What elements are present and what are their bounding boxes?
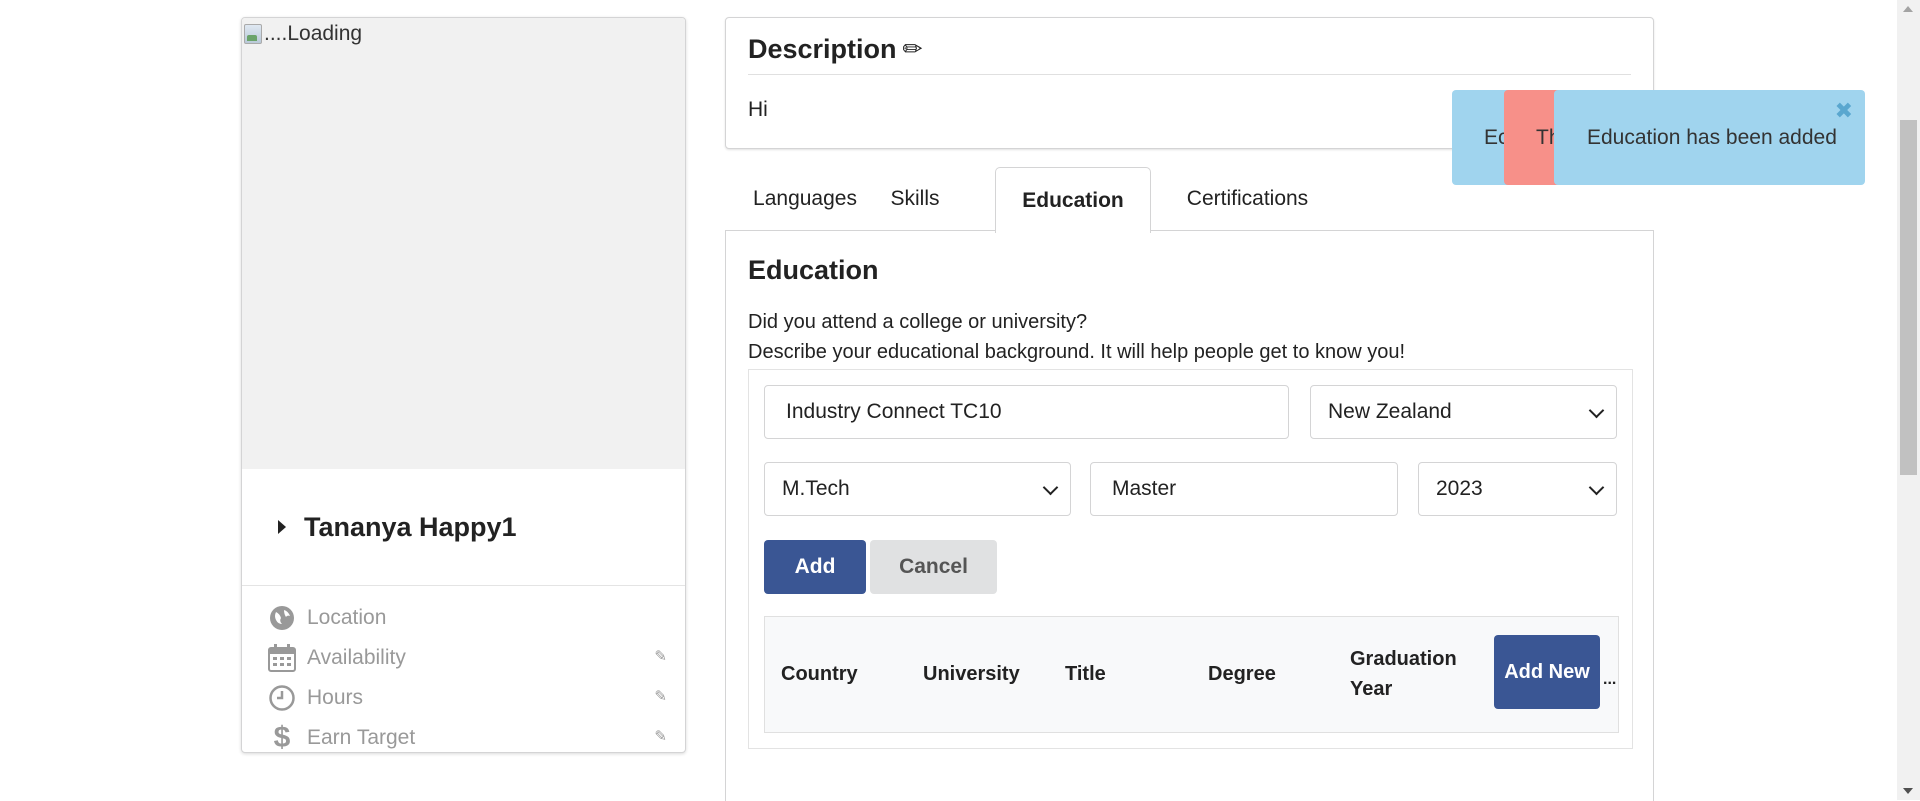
profile-name: Tananya Happy1	[304, 511, 517, 542]
globe-icon	[267, 603, 297, 633]
scrollbar-thumb[interactable]	[1900, 120, 1917, 475]
page-scrollbar[interactable]	[1897, 0, 1920, 800]
graduation-year-select[interactable]: 2023	[1418, 462, 1617, 516]
detail-label: Location	[307, 606, 387, 629]
title-select[interactable]: M.Tech	[764, 462, 1071, 516]
toast-text: Education has been added	[1587, 125, 1837, 149]
detail-location: Location	[267, 598, 667, 638]
description-header: Description ✏	[748, 34, 923, 65]
clock-icon	[267, 683, 297, 713]
broken-image-icon	[244, 24, 262, 44]
detail-label: Hours	[307, 686, 364, 709]
detail-availability: Availability ✎	[267, 638, 667, 678]
chevron-down-icon	[1588, 479, 1605, 496]
photo-placeholder: ....Loading	[244, 22, 362, 46]
photo-alt-text: ....Loading	[264, 22, 363, 45]
tab-languages[interactable]: Languages	[745, 167, 865, 231]
profile-name-row[interactable]: Tananya Happy1	[242, 469, 685, 586]
education-subtext: Describe your educational background. It…	[748, 341, 1406, 363]
edit-availability-icon[interactable]: ✎	[654, 647, 667, 665]
add-button[interactable]: Add	[764, 540, 866, 594]
column-header-degree: Degree	[1208, 663, 1276, 685]
title-select-value: M.Tech	[782, 477, 850, 500]
degree-input[interactable]: Master	[1090, 462, 1398, 516]
country-select-value: New Zealand	[1328, 400, 1452, 423]
scroll-up-arrow-icon[interactable]	[1903, 6, 1913, 12]
edit-earn-target-icon[interactable]: ✎	[654, 727, 667, 745]
column-header-country: Country	[781, 663, 858, 685]
calendar-icon	[267, 643, 297, 673]
add-new-button[interactable]: Add New	[1494, 635, 1600, 709]
column-header-university: University	[923, 663, 1020, 685]
cancel-button[interactable]: Cancel	[870, 540, 997, 594]
tab-certifications[interactable]: Certifications	[1165, 167, 1330, 231]
chevron-down-icon	[1042, 479, 1059, 496]
toast-success[interactable]: Education has been added ✖	[1554, 90, 1865, 185]
tab-skills[interactable]: Skills	[875, 167, 955, 231]
description-title: Description	[748, 34, 897, 64]
university-input[interactable]: Industry Connect TC10	[764, 385, 1289, 439]
scroll-down-arrow-icon[interactable]	[1903, 788, 1913, 794]
profile-card: ....Loading Tananya Happy1 Location Avai…	[241, 17, 686, 753]
education-question: Did you attend a college or university?	[748, 311, 1088, 333]
education-form: Industry Connect TC10 New Zealand M.Tech…	[748, 369, 1633, 749]
education-panel: Education Did you attend a college or un…	[725, 230, 1654, 801]
education-heading: Education	[748, 255, 879, 285]
column-header-graduation-year: Graduation Year	[1350, 648, 1457, 700]
toast-stack: Ec Th Education has been added ✖	[1452, 90, 1865, 185]
detail-earn-target: $ Earn Target ✎	[267, 718, 667, 753]
divider	[748, 74, 1631, 75]
caret-right-icon[interactable]	[278, 520, 286, 534]
education-table-header: Country University Title Degree Graduati…	[764, 616, 1619, 733]
edit-hours-icon[interactable]: ✎	[654, 687, 667, 705]
chevron-down-icon	[1588, 402, 1605, 419]
close-icon[interactable]: ✖	[1835, 98, 1853, 124]
description-text: Hi	[748, 98, 768, 121]
detail-label: Earn Target	[307, 726, 416, 749]
detail-hours: Hours ✎	[267, 678, 667, 718]
column-header-title: Title	[1065, 663, 1106, 685]
country-select[interactable]: New Zealand	[1310, 385, 1617, 439]
edit-description-icon[interactable]: ✏	[903, 35, 923, 64]
detail-label: Availability	[307, 646, 406, 669]
dollar-icon: $	[273, 721, 291, 753]
profile-photo[interactable]: ....Loading	[242, 18, 685, 469]
overflow-indicator: ...	[1603, 671, 1617, 688]
tab-education[interactable]: Education	[995, 167, 1151, 233]
profile-details: Location Availability ✎ Hours ✎ $ Earn T…	[267, 598, 667, 753]
graduation-year-value: 2023	[1436, 477, 1483, 500]
